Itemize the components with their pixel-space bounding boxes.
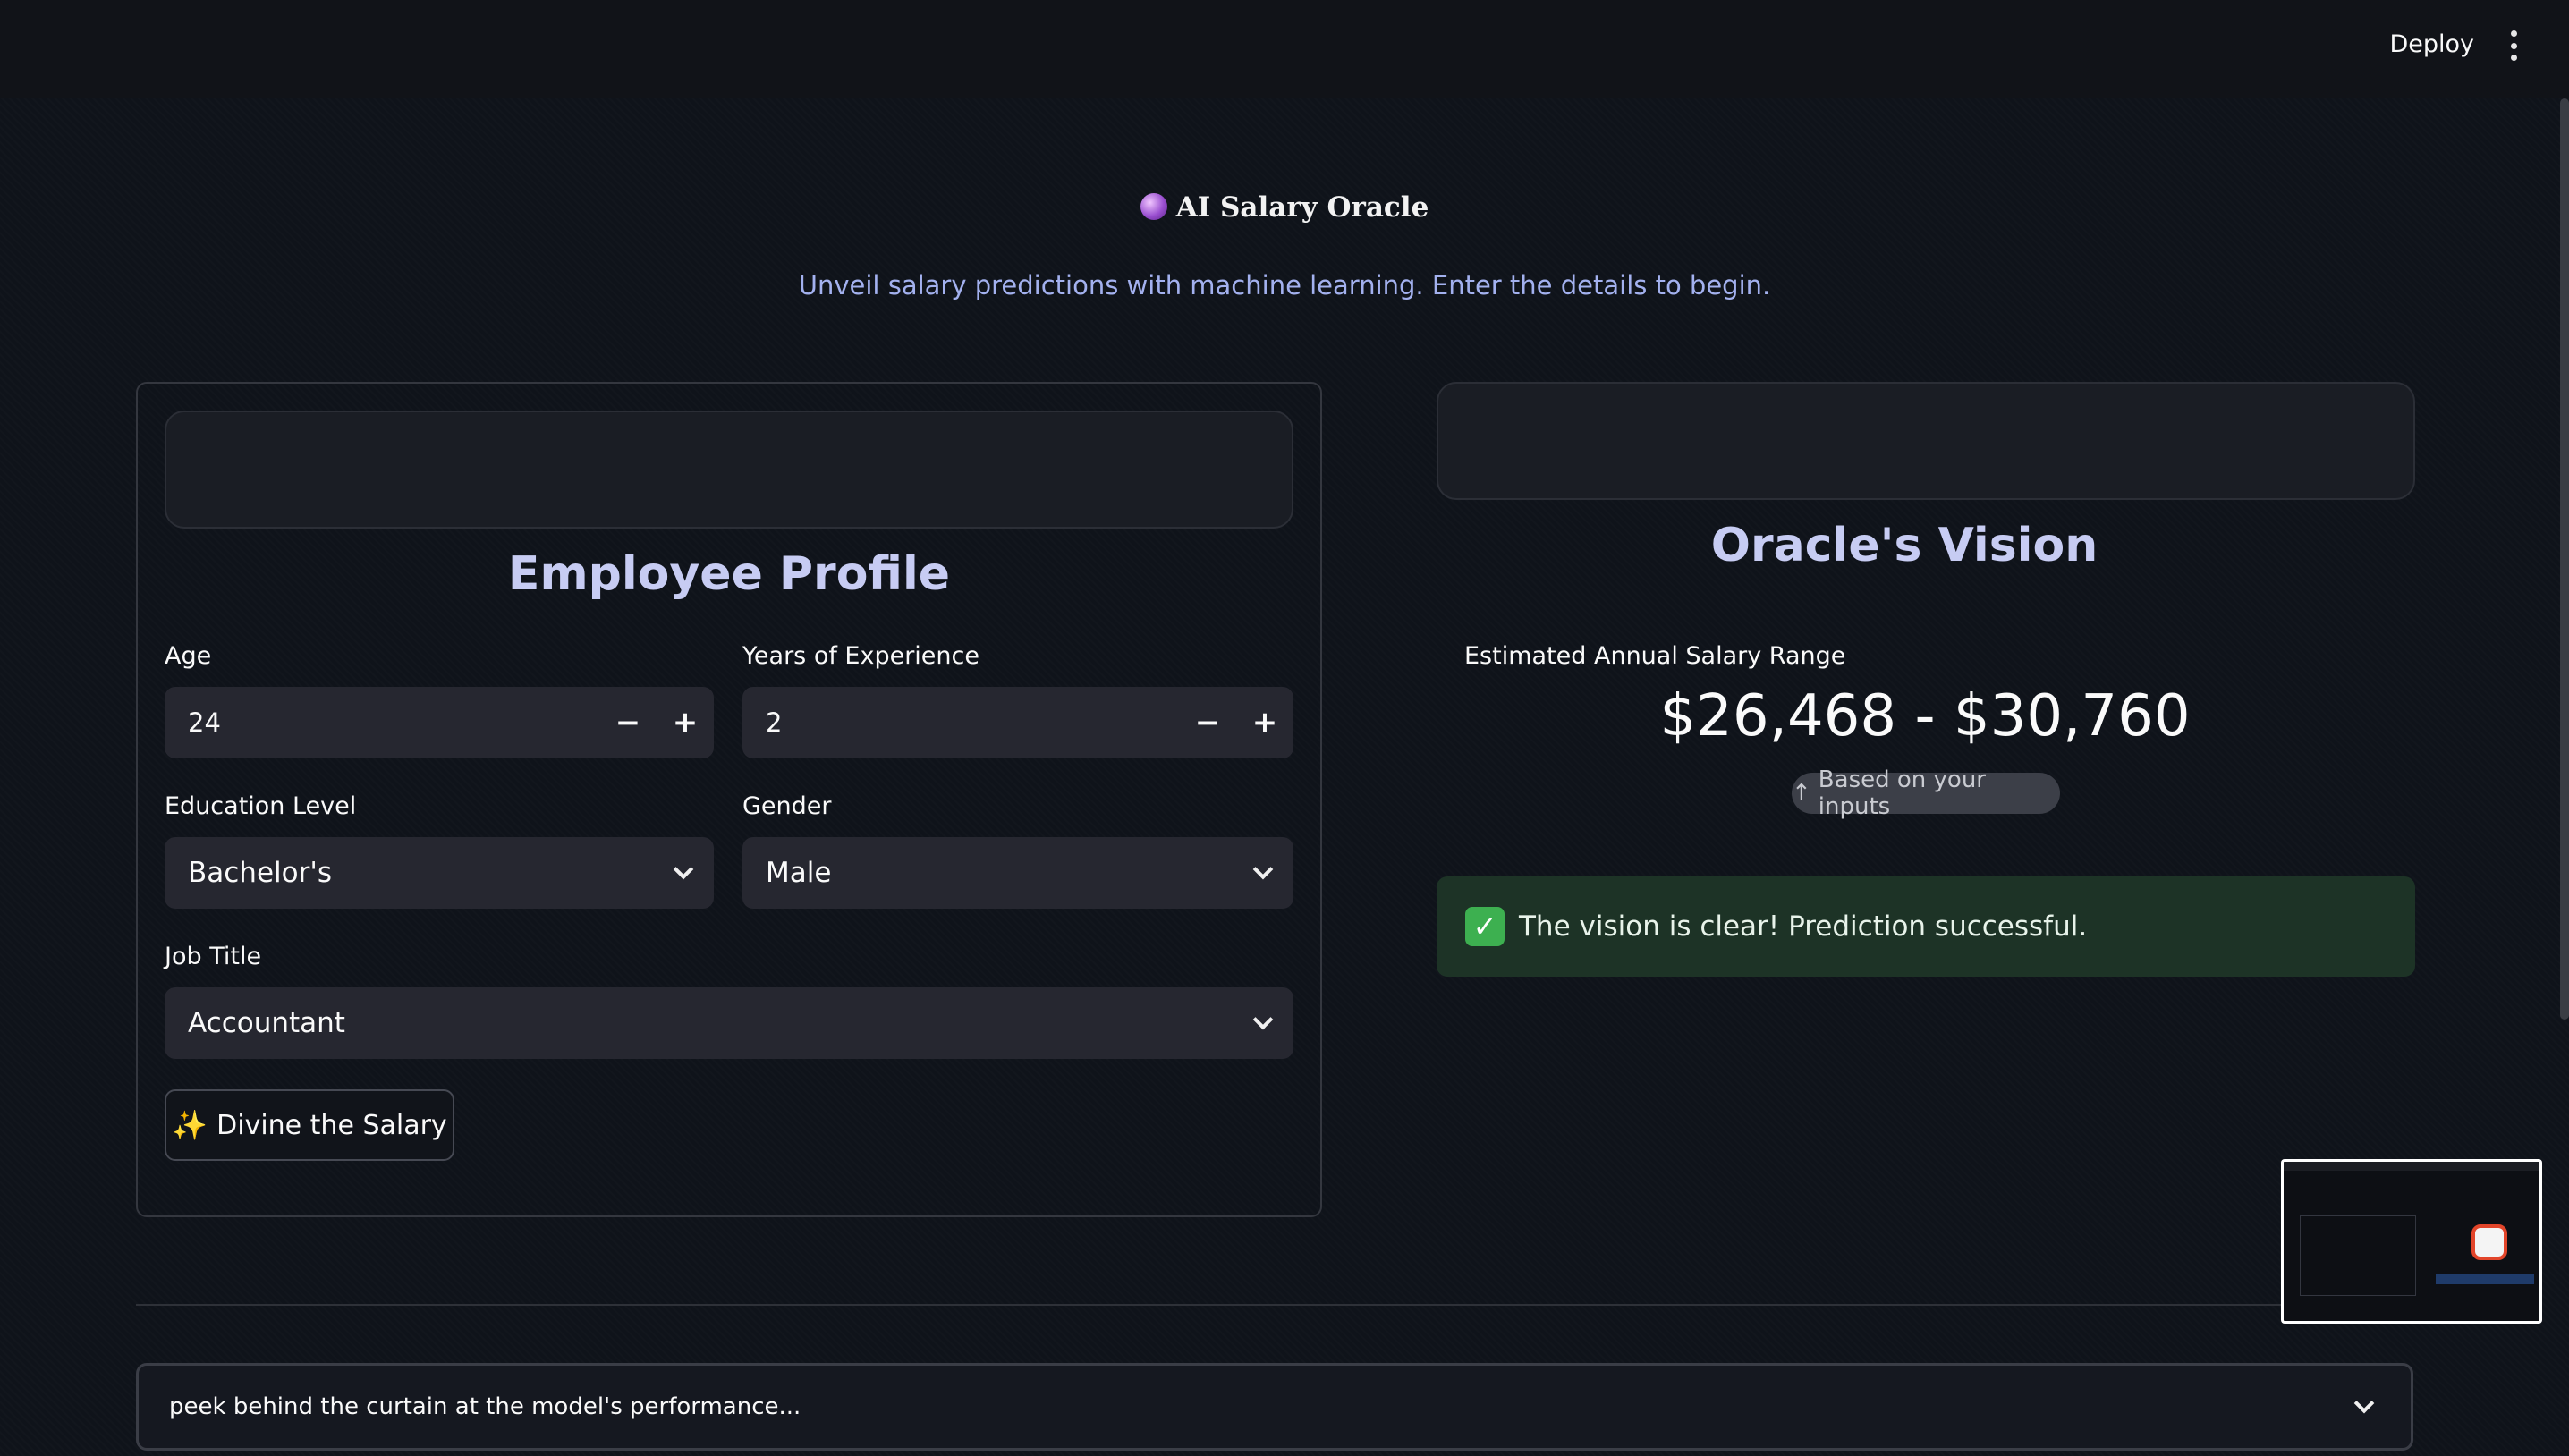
arrow-up-icon: ↑ <box>1792 780 1811 807</box>
age-increment-button[interactable]: + <box>657 687 714 758</box>
salary-metric-label: Estimated Annual Salary Range <box>1464 642 1846 670</box>
mascot-icon <box>2471 1224 2507 1260</box>
chevron-down-icon <box>2353 1393 2375 1414</box>
gender-label: Gender <box>742 792 832 820</box>
page-title: AI Salary Oracle <box>0 191 2569 224</box>
job-title-select[interactable]: Accountant <box>165 987 1293 1059</box>
employee-profile-heading: Employee Profile <box>507 547 951 601</box>
divine-salary-label: Divine the Salary <box>216 1109 447 1141</box>
chevron-down-icon <box>1252 1009 1274 1030</box>
sparkles-icon: ✨ <box>172 1108 208 1142</box>
divine-salary-button[interactable]: ✨ Divine the Salary <box>165 1089 454 1161</box>
section-divider <box>136 1304 2413 1306</box>
education-select[interactable]: Bachelor's <box>165 837 714 909</box>
gender-value: Male <box>766 857 832 889</box>
age-decrement-button[interactable]: − <box>599 687 657 758</box>
kebab-menu-icon[interactable] <box>2508 30 2519 61</box>
success-message: The vision is clear! Prediction successf… <box>1519 910 2088 943</box>
experience-value[interactable]: 2 <box>742 707 1179 738</box>
salary-metric-value: $26,468 - $30,760 <box>1659 683 2191 749</box>
profile-header-card <box>165 411 1293 529</box>
top-toolbar: Deploy <box>0 0 2569 98</box>
expander-label: peek behind the curtain at the model's p… <box>169 1393 801 1420</box>
crystal-ball-icon <box>1140 193 1167 220</box>
education-label: Education Level <box>165 792 357 820</box>
experience-increment-button[interactable]: + <box>1236 687 1293 758</box>
age-input[interactable]: 24 − + <box>165 687 714 758</box>
model-performance-expander[interactable]: peek behind the curtain at the model's p… <box>136 1363 2413 1451</box>
metric-delta-text: Based on your inputs <box>1818 766 1986 820</box>
age-value[interactable]: 24 <box>165 707 599 738</box>
success-alert: ✓ The vision is clear! Prediction succes… <box>1437 876 2415 977</box>
page-subtitle: Unveil salary predictions with machine l… <box>798 270 1771 301</box>
job-title-label: Job Title <box>165 943 262 970</box>
education-value: Bachelor's <box>188 857 333 889</box>
job-title-value: Accountant <box>188 1007 345 1039</box>
check-mark-icon: ✓ <box>1465 907 1505 946</box>
age-label: Age <box>165 642 212 670</box>
experience-label: Years of Experience <box>742 642 979 670</box>
chevron-down-icon <box>673 859 694 880</box>
page-title-text: AI Salary Oracle <box>1175 191 1429 224</box>
scrollbar[interactable] <box>2560 98 2569 1020</box>
screen-recording-thumbnail[interactable] <box>2281 1159 2542 1324</box>
experience-decrement-button[interactable]: − <box>1179 687 1236 758</box>
experience-input[interactable]: 2 − + <box>742 687 1293 758</box>
vision-header-card <box>1437 382 2415 500</box>
oracle-vision-heading: Oracle's Vision <box>1710 519 2098 572</box>
deploy-button[interactable]: Deploy <box>2389 27 2474 63</box>
metric-delta-badge: ↑ Based on your inputs <box>1792 766 2060 820</box>
gender-select[interactable]: Male <box>742 837 1293 909</box>
chevron-down-icon <box>1252 859 1274 880</box>
